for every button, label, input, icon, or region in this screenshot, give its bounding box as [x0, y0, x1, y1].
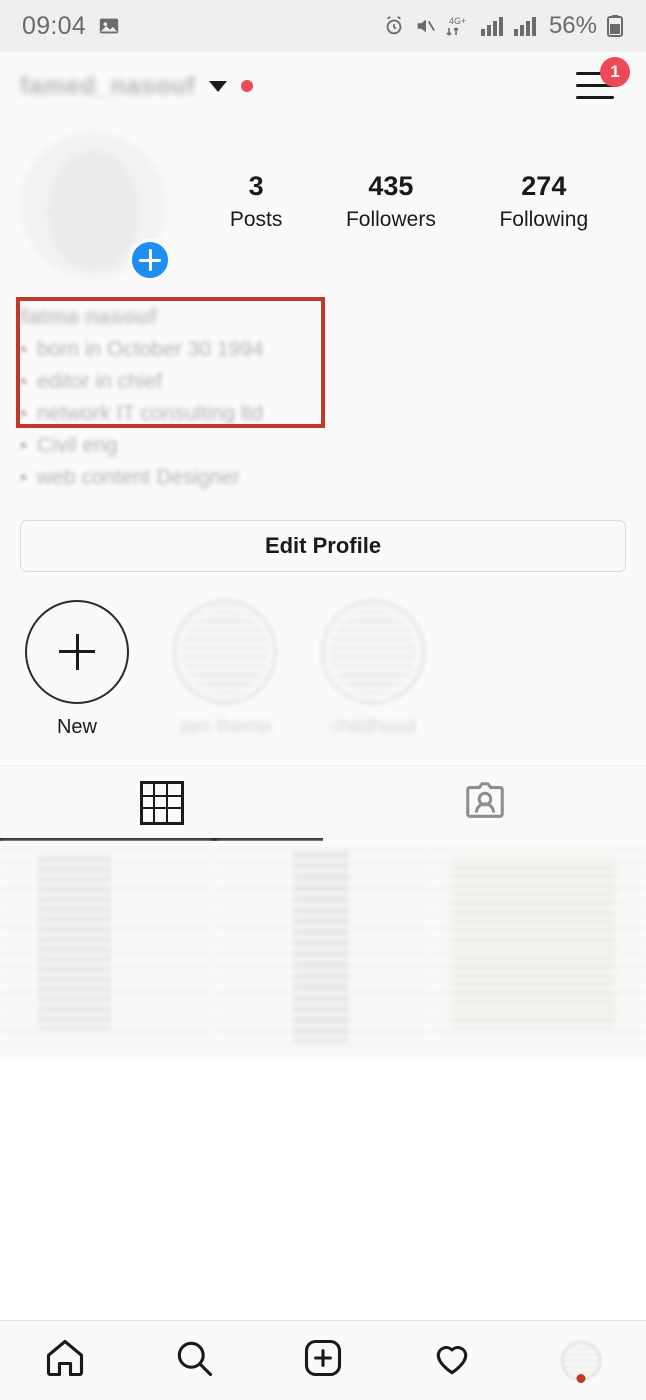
edit-profile-button[interactable]: Edit Profile: [20, 519, 626, 572]
post-thumbnail-3[interactable]: [432, 840, 646, 1056]
grid-icon: [139, 781, 184, 826]
edit-profile-container: Edit Profile: [0, 493, 646, 572]
heart-icon[interactable]: [430, 1336, 474, 1385]
post-grid: [0, 840, 646, 1056]
nav-profile[interactable]: [536, 1340, 626, 1383]
bullet-icon: •: [20, 339, 28, 361]
bio-text: born in October 30 1994: [37, 338, 264, 361]
mute-icon: [414, 15, 436, 37]
menu-badge: 1: [600, 57, 630, 87]
nav-search[interactable]: [149, 1336, 239, 1385]
tab-tagged[interactable]: [323, 766, 646, 841]
add-story-button[interactable]: [128, 238, 172, 282]
signal-bars-icon: [513, 15, 537, 37]
nav-home[interactable]: [20, 1336, 110, 1385]
post-thumbnail-1[interactable]: [0, 840, 214, 1056]
avatar-container[interactable]: [20, 132, 174, 286]
stat-value: 3: [248, 171, 264, 201]
bio-text: network IT consulting ltd: [37, 401, 264, 425]
battery-percent: 56%: [548, 12, 597, 39]
bio-line: • editor in chief: [20, 366, 626, 398]
account-username[interactable]: famed_nasouf: [20, 72, 195, 101]
tab-grid[interactable]: [0, 766, 323, 841]
bio-line: • web content Designer: [20, 462, 626, 494]
stat-label: Followers: [345, 207, 436, 231]
post-thumbnail-2[interactable]: [216, 840, 430, 1056]
stat-following[interactable]: 274 Following: [499, 170, 588, 232]
highlight-item[interactable]: zen theme: [170, 599, 280, 739]
nav-create[interactable]: [278, 1336, 368, 1385]
bullet-icon: •: [20, 370, 28, 393]
bullet-icon: •: [20, 434, 28, 457]
bio-line: • network IT consulting ltd: [20, 398, 626, 430]
bullet-icon: •: [20, 466, 28, 489]
stat-label: Posts: [229, 207, 283, 231]
bio-text: web content Designer: [37, 465, 241, 489]
bio-line: • Civil eng: [20, 430, 626, 462]
home-icon[interactable]: [43, 1336, 87, 1385]
bio-text: editor in chief: [37, 369, 162, 393]
bottom-navigation: [0, 1320, 646, 1400]
nav-activity[interactable]: [407, 1336, 497, 1385]
profile-tabs: [0, 764, 646, 841]
profile-bio: fatma nasouf • born in October 30 1994 • e…: [0, 286, 646, 494]
story-highlights: New zen theme childhood: [0, 571, 646, 765]
status-time: 09:04: [22, 11, 87, 40]
bio-line: • born in October 30 1994: [20, 334, 626, 366]
svg-text:4G+: 4G+: [449, 16, 466, 26]
alarm-icon: [383, 15, 405, 37]
display-name: fatma nasouf: [20, 304, 157, 329]
plus-square-icon[interactable]: [301, 1336, 345, 1385]
tagged-person-icon: [462, 778, 508, 829]
menu-button[interactable]: 1: [570, 57, 630, 109]
stat-value: 435: [368, 171, 414, 201]
stat-followers[interactable]: 435 Followers: [346, 170, 436, 232]
highlight-item[interactable]: childhood: [318, 599, 428, 739]
highlight-cover[interactable]: [173, 599, 277, 704]
bio-text: Civil eng: [37, 433, 118, 457]
stat-value: 274: [521, 171, 567, 201]
status-bar: 09:04 4G+ 56%: [0, 0, 646, 52]
instagram-profile-screen: 09:04 4G+ 56% famed_nasouf 1 3 Posts 435…: [0, 0, 646, 1400]
live-indicator-dot: [241, 80, 254, 92]
status-bar-left: 09:04: [22, 12, 120, 41]
profile-notification-dot: [576, 1373, 586, 1383]
chevron-down-icon[interactable]: [209, 80, 228, 92]
highlight-label: childhood: [330, 715, 416, 738]
plus-icon[interactable]: [25, 599, 129, 704]
account-switcher[interactable]: famed_nasouf: [20, 72, 254, 101]
image-icon: [98, 15, 120, 37]
bullet-icon: •: [20, 402, 28, 425]
stat-label: Following: [499, 207, 589, 231]
highlight-label: zen theme: [178, 715, 272, 738]
status-bar-right: 4G+ 56%: [383, 12, 624, 40]
search-icon[interactable]: [172, 1336, 216, 1385]
stat-posts[interactable]: 3 Posts: [230, 170, 283, 232]
highlight-label: New: [56, 715, 97, 738]
app-bar: famed_nasouf 1: [0, 52, 646, 120]
highlight-new[interactable]: New: [22, 599, 132, 739]
battery-icon: [606, 14, 624, 38]
data-transfer-icon: 4G+: [445, 14, 471, 38]
profile-stats: 3 Posts 435 Followers 274 Following: [174, 132, 626, 232]
signal-bars-icon: [480, 15, 504, 37]
highlight-cover[interactable]: [321, 599, 425, 704]
profile-header: 3 Posts 435 Followers 274 Following: [0, 120, 646, 286]
bio-lines: • born in October 30 1994 • editor in chie…: [20, 334, 626, 494]
